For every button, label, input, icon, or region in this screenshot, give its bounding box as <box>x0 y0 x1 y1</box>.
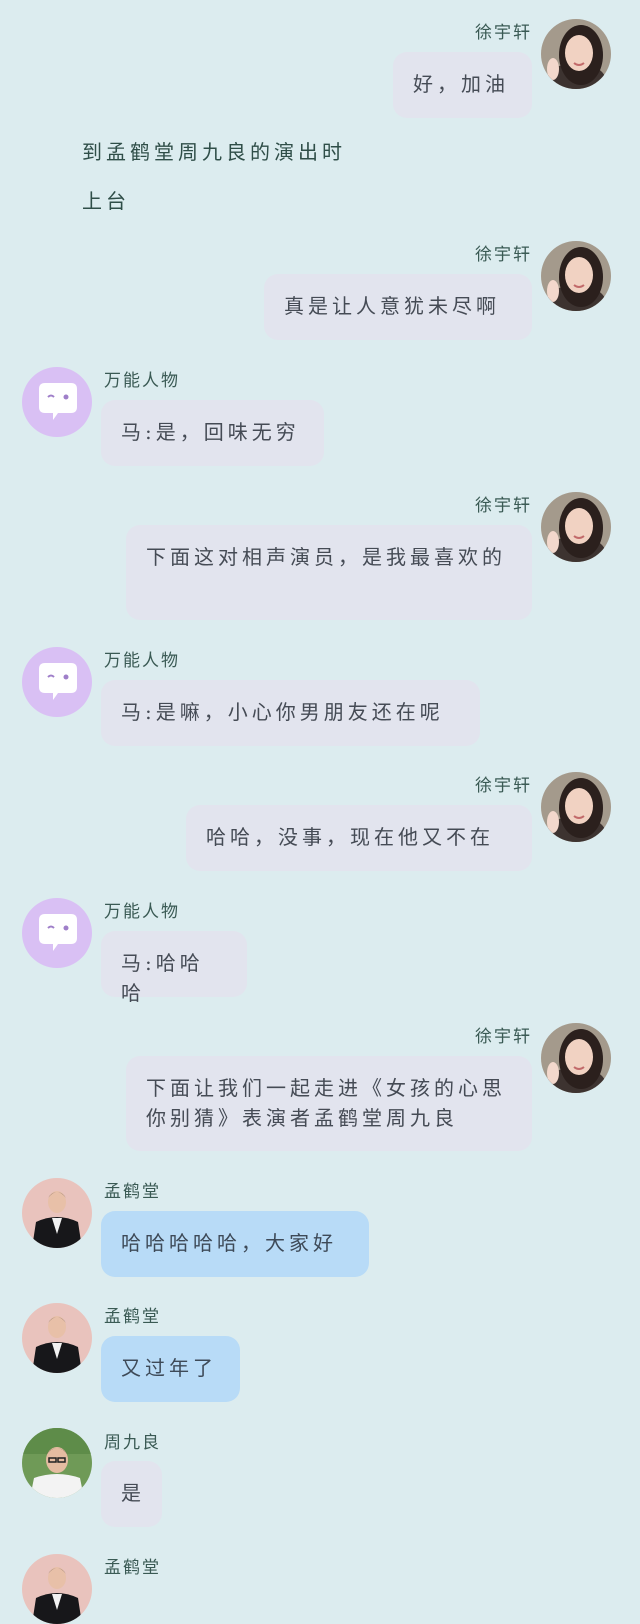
sender-name: 徐宇轩 <box>475 776 532 796</box>
message-bubble[interactable]: 好，加油 <box>393 52 532 118</box>
sender-name: 周九良 <box>104 1433 161 1453</box>
narration-line: 到孟鹤堂周九良的演出时 <box>82 140 346 164</box>
message-bubble[interactable]: 哈哈哈哈哈，大家好 <box>101 1211 369 1277</box>
user-avatar-icon[interactable] <box>541 241 611 311</box>
message-bubble[interactable]: 下面让我们一起走进《女孩的心思你别猜》表演者孟鹤堂周九良 <box>126 1056 532 1151</box>
sender-name: 徐宇轩 <box>475 23 532 43</box>
message-bubble[interactable]: 下面这对相声演员，是我最喜欢的 <box>126 525 532 620</box>
sender-name: 徐宇轩 <box>475 245 532 265</box>
sender-name: 万能人物 <box>104 902 180 922</box>
user-avatar-icon[interactable] <box>541 19 611 89</box>
sender-name: 孟鹤堂 <box>104 1558 161 1578</box>
message-bubble[interactable]: 哈哈，没事，现在他又不在 <box>186 805 532 871</box>
message-bubble[interactable]: 是 <box>101 1461 162 1527</box>
man-suit-avatar-icon[interactable] <box>22 1178 92 1248</box>
sender-name: 孟鹤堂 <box>104 1182 161 1202</box>
message-bubble[interactable]: 又过年了 <box>101 1336 240 1402</box>
sender-name: 徐宇轩 <box>475 1027 532 1047</box>
man-suit-avatar-icon[interactable] <box>22 1303 92 1373</box>
message-bubble[interactable]: 马:是嘛，小心你男朋友还在呢 <box>101 680 480 746</box>
narration-line: 上台 <box>82 189 130 213</box>
chat-bubble-avatar-icon[interactable] <box>22 898 92 968</box>
sender-name: 孟鹤堂 <box>104 1307 161 1327</box>
user-avatar-icon[interactable] <box>541 772 611 842</box>
user-avatar-icon[interactable] <box>541 492 611 562</box>
message-bubble[interactable]: 马:哈哈哈 <box>101 931 247 1005</box>
sender-name: 万能人物 <box>104 651 180 671</box>
chat-bubble-avatar-icon[interactable] <box>22 367 92 437</box>
sender-name: 万能人物 <box>104 371 180 391</box>
user-avatar-icon[interactable] <box>541 1023 611 1093</box>
sender-name: 徐宇轩 <box>475 496 532 516</box>
chat-bubble-avatar-icon[interactable] <box>22 647 92 717</box>
message-bubble[interactable]: 马:是，回味无穷 <box>101 400 324 466</box>
message-bubble[interactable]: 真是让人意犹未尽啊 <box>264 274 532 340</box>
man-glasses-avatar-icon[interactable] <box>22 1428 92 1498</box>
man-suit-avatar-icon[interactable] <box>22 1554 92 1624</box>
